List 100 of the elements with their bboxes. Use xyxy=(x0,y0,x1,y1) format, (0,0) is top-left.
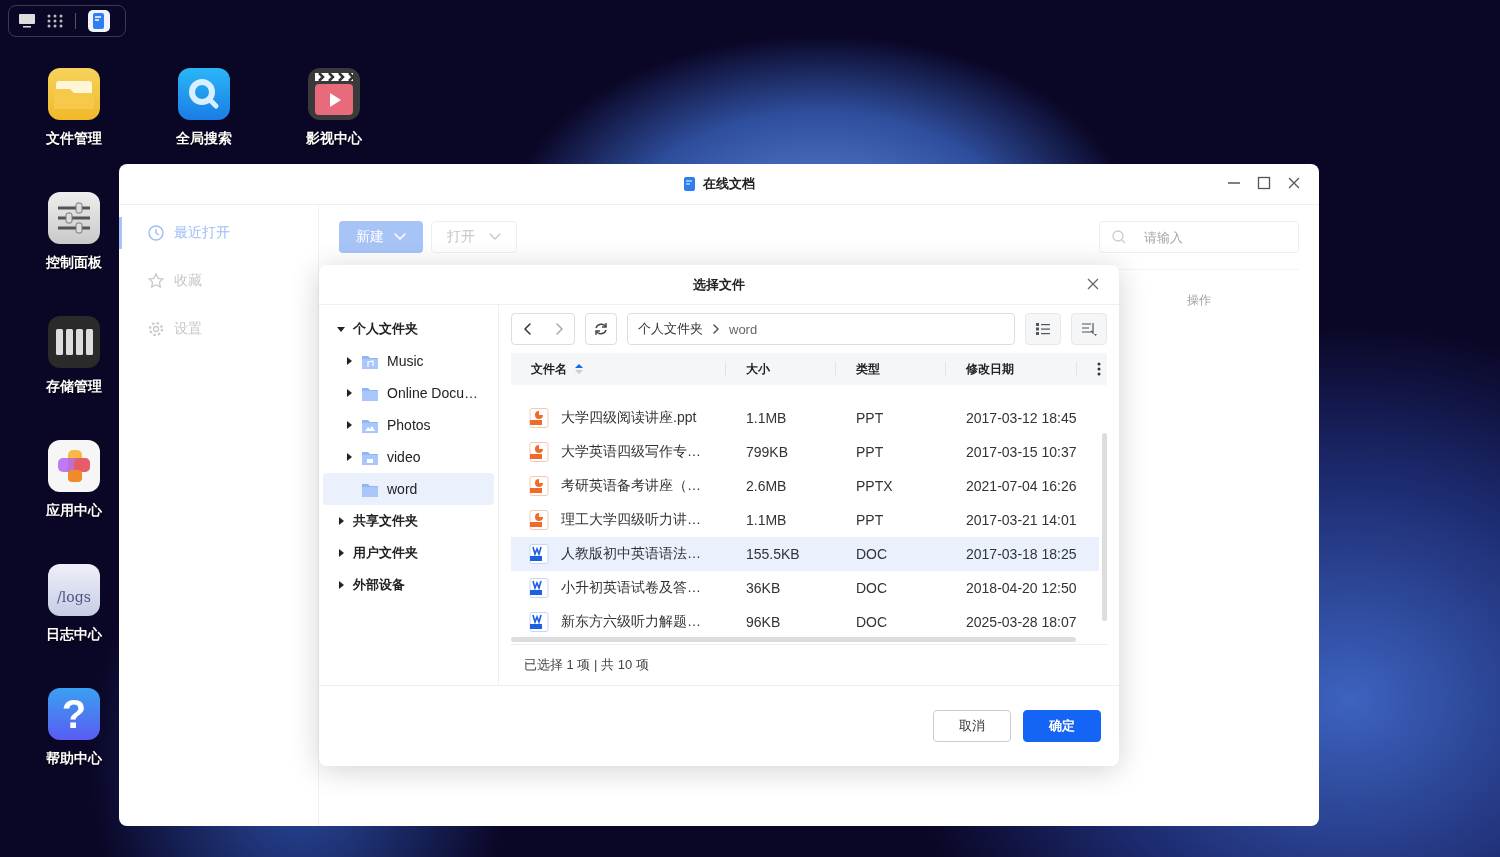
desktop-icon-label[interactable]: 全局搜索 xyxy=(176,130,232,148)
folder-icon[interactable] xyxy=(48,68,100,120)
logs-icon[interactable]: /logs xyxy=(48,564,100,616)
document-app-icon xyxy=(683,177,695,191)
file-type: PPT xyxy=(855,444,885,460)
file-type: PPT xyxy=(855,512,885,528)
tree-item[interactable]: 外部设备 xyxy=(323,569,494,601)
horizontal-scrollbar[interactable] xyxy=(511,637,1076,642)
breadcrumb-item[interactable]: word xyxy=(729,321,758,337)
file-type: DOC xyxy=(855,580,889,596)
magnifier-icon[interactable] xyxy=(178,68,230,120)
file-name: 理工大学四级听力讲… xyxy=(561,511,701,529)
expand-arrow-icon[interactable] xyxy=(345,421,353,429)
file-name: 人教版初中英语语法… xyxy=(561,545,701,563)
clock-icon xyxy=(148,225,164,241)
collapse-arrow-icon[interactable] xyxy=(337,325,345,333)
refresh-button[interactable] xyxy=(585,313,617,345)
search-icon xyxy=(1112,230,1126,244)
tree-item[interactable]: 个人文件夹 xyxy=(323,313,494,345)
desktop-icon-label[interactable]: 控制面板 xyxy=(46,254,102,272)
confirm-button[interactable]: 确定 xyxy=(1023,710,1101,742)
presentation-file-icon xyxy=(529,510,549,530)
expand-arrow-icon[interactable] xyxy=(337,581,345,589)
file-name: 考研英语备考讲座（… xyxy=(561,477,701,495)
expand-arrow-icon[interactable] xyxy=(345,453,353,461)
cancel-button[interactable]: 取消 xyxy=(933,710,1011,742)
expand-arrow-icon[interactable] xyxy=(345,389,353,397)
column-header[interactable]: 类型 xyxy=(856,360,880,378)
window-title: 在线文档 xyxy=(702,175,755,193)
tree-item[interactable]: Music xyxy=(323,345,494,377)
file-row[interactable]: 理工大学四级听力讲… 1.1MB PPT 2017-03-21 14:01 xyxy=(511,503,1099,537)
desktop-icon-label[interactable]: 存储管理 xyxy=(46,378,102,396)
expand-arrow-icon[interactable] xyxy=(337,517,345,525)
forward-icon xyxy=(554,323,563,335)
help-icon[interactable]: ? xyxy=(48,688,100,740)
caret-icon xyxy=(489,233,501,241)
list-view-button[interactable] xyxy=(1025,313,1061,345)
close-button[interactable] xyxy=(1087,278,1099,290)
file-row[interactable]: 大学四级阅读讲座.ppt 1.1MB PPT 2017-03-12 18:45 xyxy=(511,401,1099,435)
file-name: 新东方六级听力解题… xyxy=(561,613,701,631)
breadcrumb-item[interactable]: 个人文件夹 xyxy=(638,320,703,338)
column-header[interactable]: 大小 xyxy=(746,360,770,378)
desktop-icon-label[interactable]: 应用中心 xyxy=(46,502,102,520)
desktop-icon-label[interactable]: 影视中心 xyxy=(306,130,362,148)
search-field[interactable]: 请输入 xyxy=(1099,221,1299,253)
sort-arrows-icon[interactable] xyxy=(575,363,583,375)
list-icon xyxy=(1036,323,1050,335)
desktop-icon-label[interactable]: 日志中心 xyxy=(46,626,102,644)
vertical-scrollbar[interactable] xyxy=(1102,433,1107,621)
tree-item[interactable]: 用户文件夹 xyxy=(323,537,494,569)
file-size: 1.1MB xyxy=(745,410,788,426)
file-row[interactable]: 考研英语备考讲座（… 2.6MB PPTX 2021-07-04 16:26 xyxy=(511,469,1099,503)
column-header[interactable]: 修改日期 xyxy=(966,360,1014,378)
maximize-icon[interactable] xyxy=(1257,176,1271,190)
desktop-icon-label[interactable]: 文件管理 xyxy=(46,130,102,148)
file-date: 2017-03-15 10:37 xyxy=(965,444,1078,460)
expand-arrow-icon[interactable] xyxy=(345,357,353,365)
file-row[interactable]: 小升初英语试卷及答… 36KB DOC 2018-04-20 12:50 xyxy=(511,571,1099,605)
tree-item[interactable]: Online Docu… xyxy=(323,377,494,409)
sort-button[interactable] xyxy=(1071,313,1107,345)
file-size: 96KB xyxy=(745,614,782,630)
document-app-icon[interactable] xyxy=(88,10,110,32)
gear-icon xyxy=(148,321,164,337)
file-date: 2017-03-18 18:25 xyxy=(965,546,1078,562)
file-row[interactable]: 新东方六级听力解题… 96KB DOC 2025-03-28 18:07 xyxy=(511,605,1099,639)
presentation-file-icon xyxy=(529,408,549,428)
file-type: DOC xyxy=(855,546,889,562)
drive-bays-icon[interactable] xyxy=(48,316,100,368)
close-icon[interactable] xyxy=(1287,176,1301,190)
file-row[interactable]: 大学英语四级写作专… 799KB PPT 2017-03-15 10:37 xyxy=(511,435,1099,469)
file-type: PPT xyxy=(855,410,885,426)
file-type: PPTX xyxy=(855,478,894,494)
clapperboard-icon[interactable] xyxy=(308,68,360,120)
desktop-icon-label[interactable]: 帮助中心 xyxy=(46,750,102,768)
back-icon xyxy=(523,323,532,335)
tree-item[interactable]: video xyxy=(323,441,494,473)
file-size: 36KB xyxy=(745,580,782,596)
sort-icon xyxy=(1081,322,1097,336)
file-date: 2017-03-21 14:01 xyxy=(965,512,1078,528)
monitor-icon[interactable] xyxy=(19,14,35,28)
apps-icon[interactable] xyxy=(48,440,100,492)
more-options-icon[interactable] xyxy=(1097,362,1101,376)
sliders-icon[interactable] xyxy=(48,192,100,244)
file-name: 小升初英语试卷及答… xyxy=(561,579,701,597)
file-row[interactable]: 人教版初中英语语法… 155.5KB DOC 2017-03-18 18:25 xyxy=(511,537,1099,571)
tree-item[interactable]: Photos xyxy=(323,409,494,441)
file-type: DOC xyxy=(855,614,889,630)
presentation-file-icon xyxy=(529,442,549,462)
file-size: 155.5KB xyxy=(745,546,801,562)
column-header[interactable]: 文件名 xyxy=(531,360,567,378)
tree-item[interactable]: 共享文件夹 xyxy=(323,505,494,537)
tree-item[interactable]: word xyxy=(323,473,494,505)
chevron-right-icon xyxy=(713,324,719,334)
word-file-icon xyxy=(529,544,549,564)
file-name: 大学英语四级写作专… xyxy=(561,443,701,461)
file-date: 2017-03-12 18:45 xyxy=(965,410,1078,426)
apps-grid-icon[interactable] xyxy=(47,14,63,28)
refresh-icon xyxy=(594,322,608,336)
expand-arrow-icon[interactable] xyxy=(337,549,345,557)
dialog-title: 选择文件 xyxy=(693,275,745,294)
